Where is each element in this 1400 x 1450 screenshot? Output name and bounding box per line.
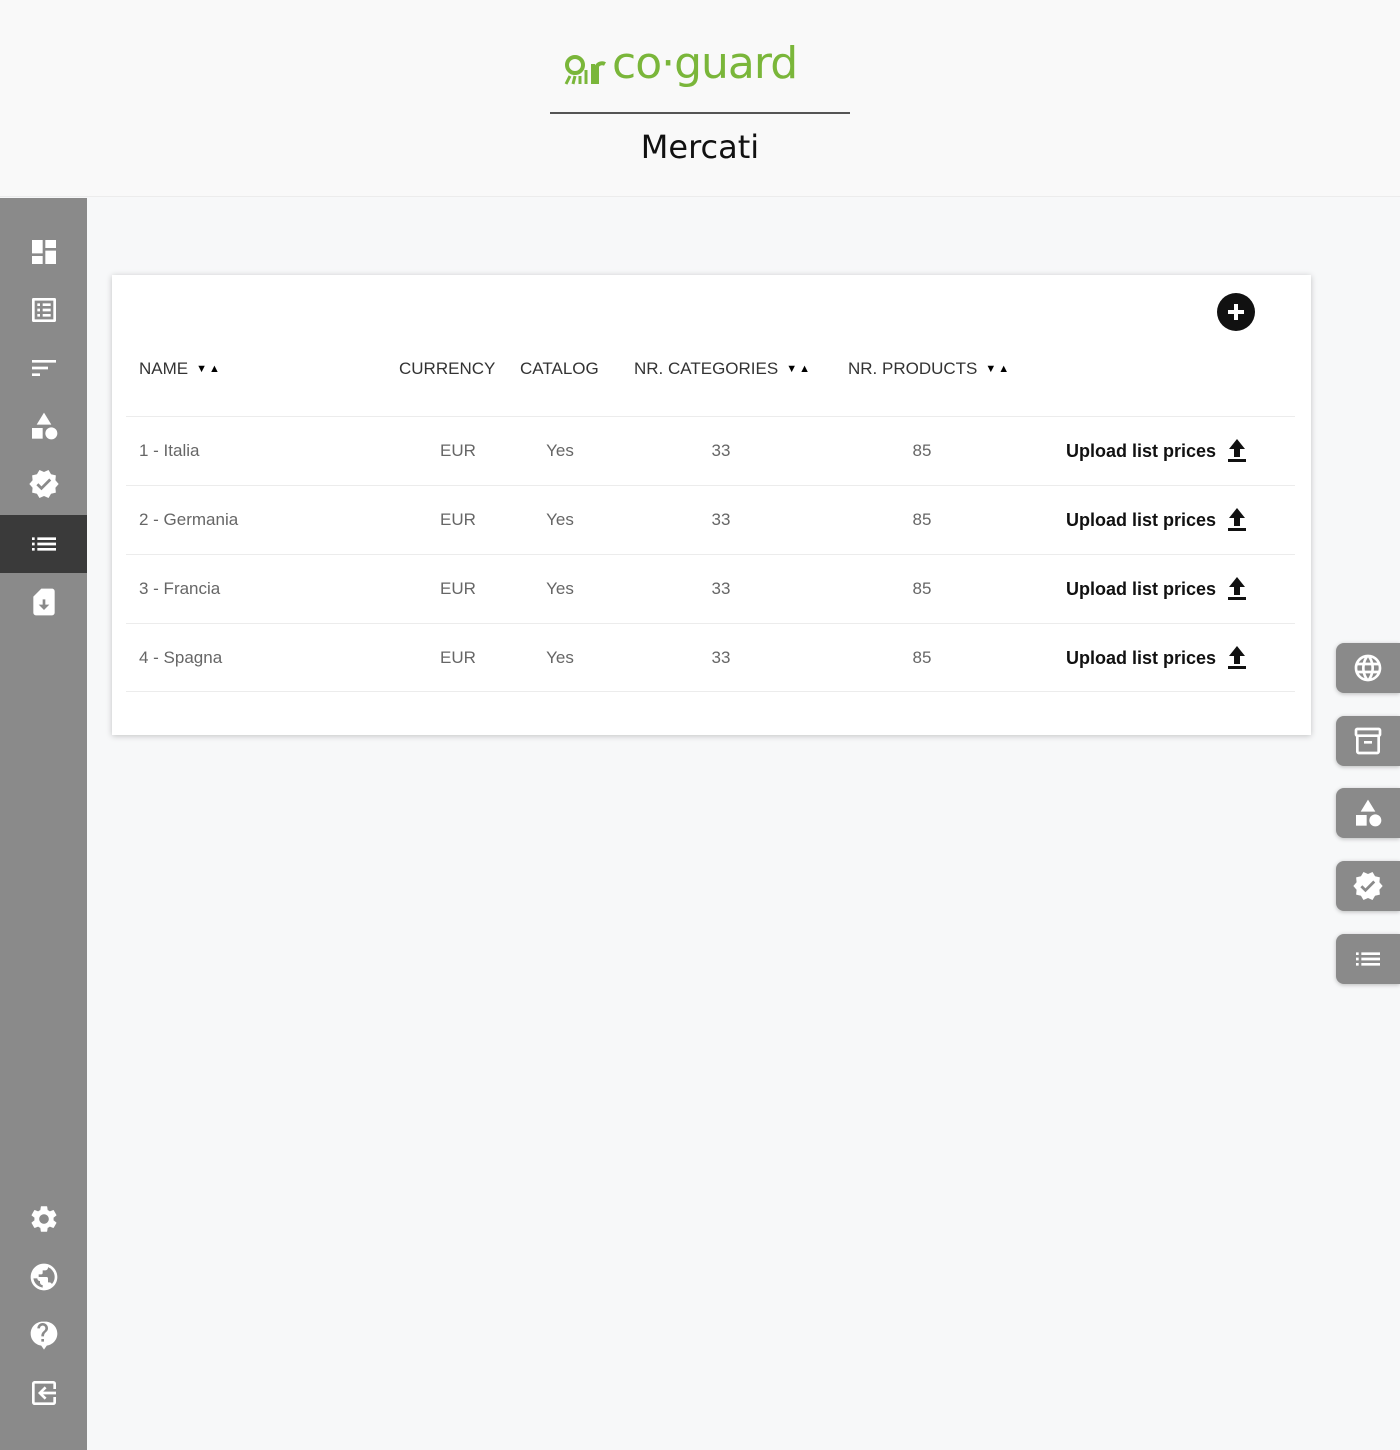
upload-list-prices-button[interactable]: Upload list prices [1066, 555, 1248, 623]
cell-name: 3 - Francia [139, 579, 221, 598]
sort-desc-icon[interactable]: ▼ [786, 363, 797, 375]
gear-icon [31, 1206, 56, 1232]
cell-currency: EUR [440, 579, 476, 598]
upload-label: Upload list prices [1066, 509, 1217, 530]
verified-badge-icon [1353, 872, 1383, 900]
sidebar [0, 198, 87, 1450]
cell-products: 85 [912, 579, 932, 598]
sidebar-item-verified[interactable] [0, 455, 87, 513]
sidebar-item-logout[interactable] [0, 1364, 87, 1422]
logo-mark-icon [564, 55, 606, 85]
globe-icon [1354, 654, 1382, 682]
cell-name: 2 - Germania [139, 510, 239, 529]
sidebar-item-markets[interactable] [0, 515, 87, 573]
sidebar-item-list-alt[interactable] [0, 281, 87, 339]
upload-label: Upload list prices [1066, 440, 1217, 461]
upload-list-prices-button[interactable]: Upload list prices [1066, 417, 1248, 485]
header-name: NAME ▼ ▲ [139, 359, 220, 379]
cell-catalog: Yes [546, 648, 574, 667]
upload-label: Upload list prices [1066, 578, 1217, 599]
archive-icon [1354, 727, 1382, 755]
cell-categories: 33 [711, 648, 731, 667]
coguard-logo: co·guard [560, 38, 840, 96]
verified-badge-icon [28, 470, 59, 498]
name-sort-controls: ▼ ▲ [196, 363, 220, 375]
upload-icon [1228, 646, 1247, 669]
title-divider [550, 112, 850, 114]
cell-products: 85 [912, 510, 932, 529]
sidebar-item-help[interactable] [0, 1306, 87, 1364]
dashboard-icon [31, 240, 56, 264]
table-row[interactable]: 2 - Germania EUR Yes 33 85 Upload list p… [126, 485, 1295, 554]
header-categories: NR. CATEGORIES ▼ ▲ [634, 359, 810, 379]
download-file-icon [32, 588, 55, 616]
list-alt-icon [31, 298, 56, 322]
categories-sort-controls: ▼ ▲ [786, 363, 810, 375]
header-catalog: CATALOG [520, 359, 599, 378]
cell-categories: 33 [711, 441, 731, 460]
cell-products: 85 [912, 648, 932, 667]
header-products: NR. PRODUCTS ▼ ▲ [848, 359, 1009, 379]
cell-name: 1 - Italia [139, 441, 200, 460]
sort-icon [31, 360, 56, 376]
right-tab-globe[interactable] [1336, 643, 1400, 693]
help-icon [30, 1321, 57, 1350]
cell-categories: 33 [711, 510, 731, 529]
cell-currency: EUR [440, 648, 476, 667]
cell-catalog: Yes [546, 579, 574, 598]
right-tab-shapes[interactable] [1336, 788, 1400, 838]
cell-currency: EUR [440, 441, 476, 460]
list-icon [1356, 952, 1380, 966]
sort-desc-icon[interactable]: ▼ [985, 363, 996, 375]
cell-catalog: Yes [546, 510, 574, 529]
sidebar-item-community[interactable] [0, 1248, 87, 1306]
sidebar-item-settings[interactable] [0, 1190, 87, 1248]
globe-people-icon [30, 1263, 57, 1291]
cell-name: 4 - Spagna [139, 648, 223, 667]
upload-icon [1228, 439, 1247, 462]
plus-icon [1228, 304, 1244, 320]
right-tab-archive[interactable] [1336, 716, 1400, 766]
table-row[interactable]: 4 - Spagna EUR Yes 33 85 Upload list pri… [126, 623, 1295, 692]
upload-list-prices-button[interactable]: Upload list prices [1066, 624, 1248, 692]
header-products-label: NR. PRODUCTS [848, 359, 978, 378]
header-name-label: NAME [139, 359, 189, 378]
page-title: Mercati [640, 128, 760, 166]
cell-currency: EUR [440, 510, 476, 529]
cell-catalog: Yes [546, 441, 574, 460]
logout-icon [31, 1381, 56, 1405]
table-row[interactable]: 1 - Italia EUR Yes 33 85 Upload list pri… [126, 416, 1295, 485]
upload-icon [1228, 577, 1247, 600]
sidebar-item-sort[interactable] [0, 339, 87, 397]
table-row[interactable]: 3 - Francia EUR Yes 33 85 Upload list pr… [126, 554, 1295, 623]
right-tab-verified[interactable] [1336, 861, 1400, 911]
sort-desc-icon[interactable]: ▼ [196, 363, 207, 375]
header-categories-label: NR. CATEGORIES [634, 359, 779, 378]
cell-categories: 33 [711, 579, 731, 598]
logo-wordmark: co·guard [612, 38, 798, 89]
cell-products: 85 [912, 441, 932, 460]
sort-asc-icon[interactable]: ▲ [209, 363, 220, 375]
products-sort-controls: ▼ ▲ [985, 363, 1009, 375]
shapes-icon [31, 412, 57, 440]
sort-asc-icon[interactable]: ▲ [799, 363, 810, 375]
sidebar-item-download[interactable] [0, 573, 87, 631]
markets-card: NAME ▼ ▲ CURRENCY CATALOG NR. CATEGORIES… [112, 275, 1311, 735]
shapes-icon [1356, 799, 1382, 827]
header: co·guard Mercati [0, 0, 1400, 197]
add-market-button[interactable] [1217, 293, 1255, 331]
header-currency: CURRENCY [399, 359, 496, 378]
markets-list-icon [31, 537, 56, 551]
upload-icon [1228, 508, 1247, 531]
sort-asc-icon[interactable]: ▲ [998, 363, 1009, 375]
sidebar-item-shapes[interactable] [0, 397, 87, 455]
upload-label: Upload list prices [1066, 647, 1217, 668]
sidebar-item-dashboard[interactable] [0, 223, 87, 281]
right-tab-list[interactable] [1336, 934, 1400, 984]
upload-list-prices-button[interactable]: Upload list prices [1066, 486, 1248, 554]
